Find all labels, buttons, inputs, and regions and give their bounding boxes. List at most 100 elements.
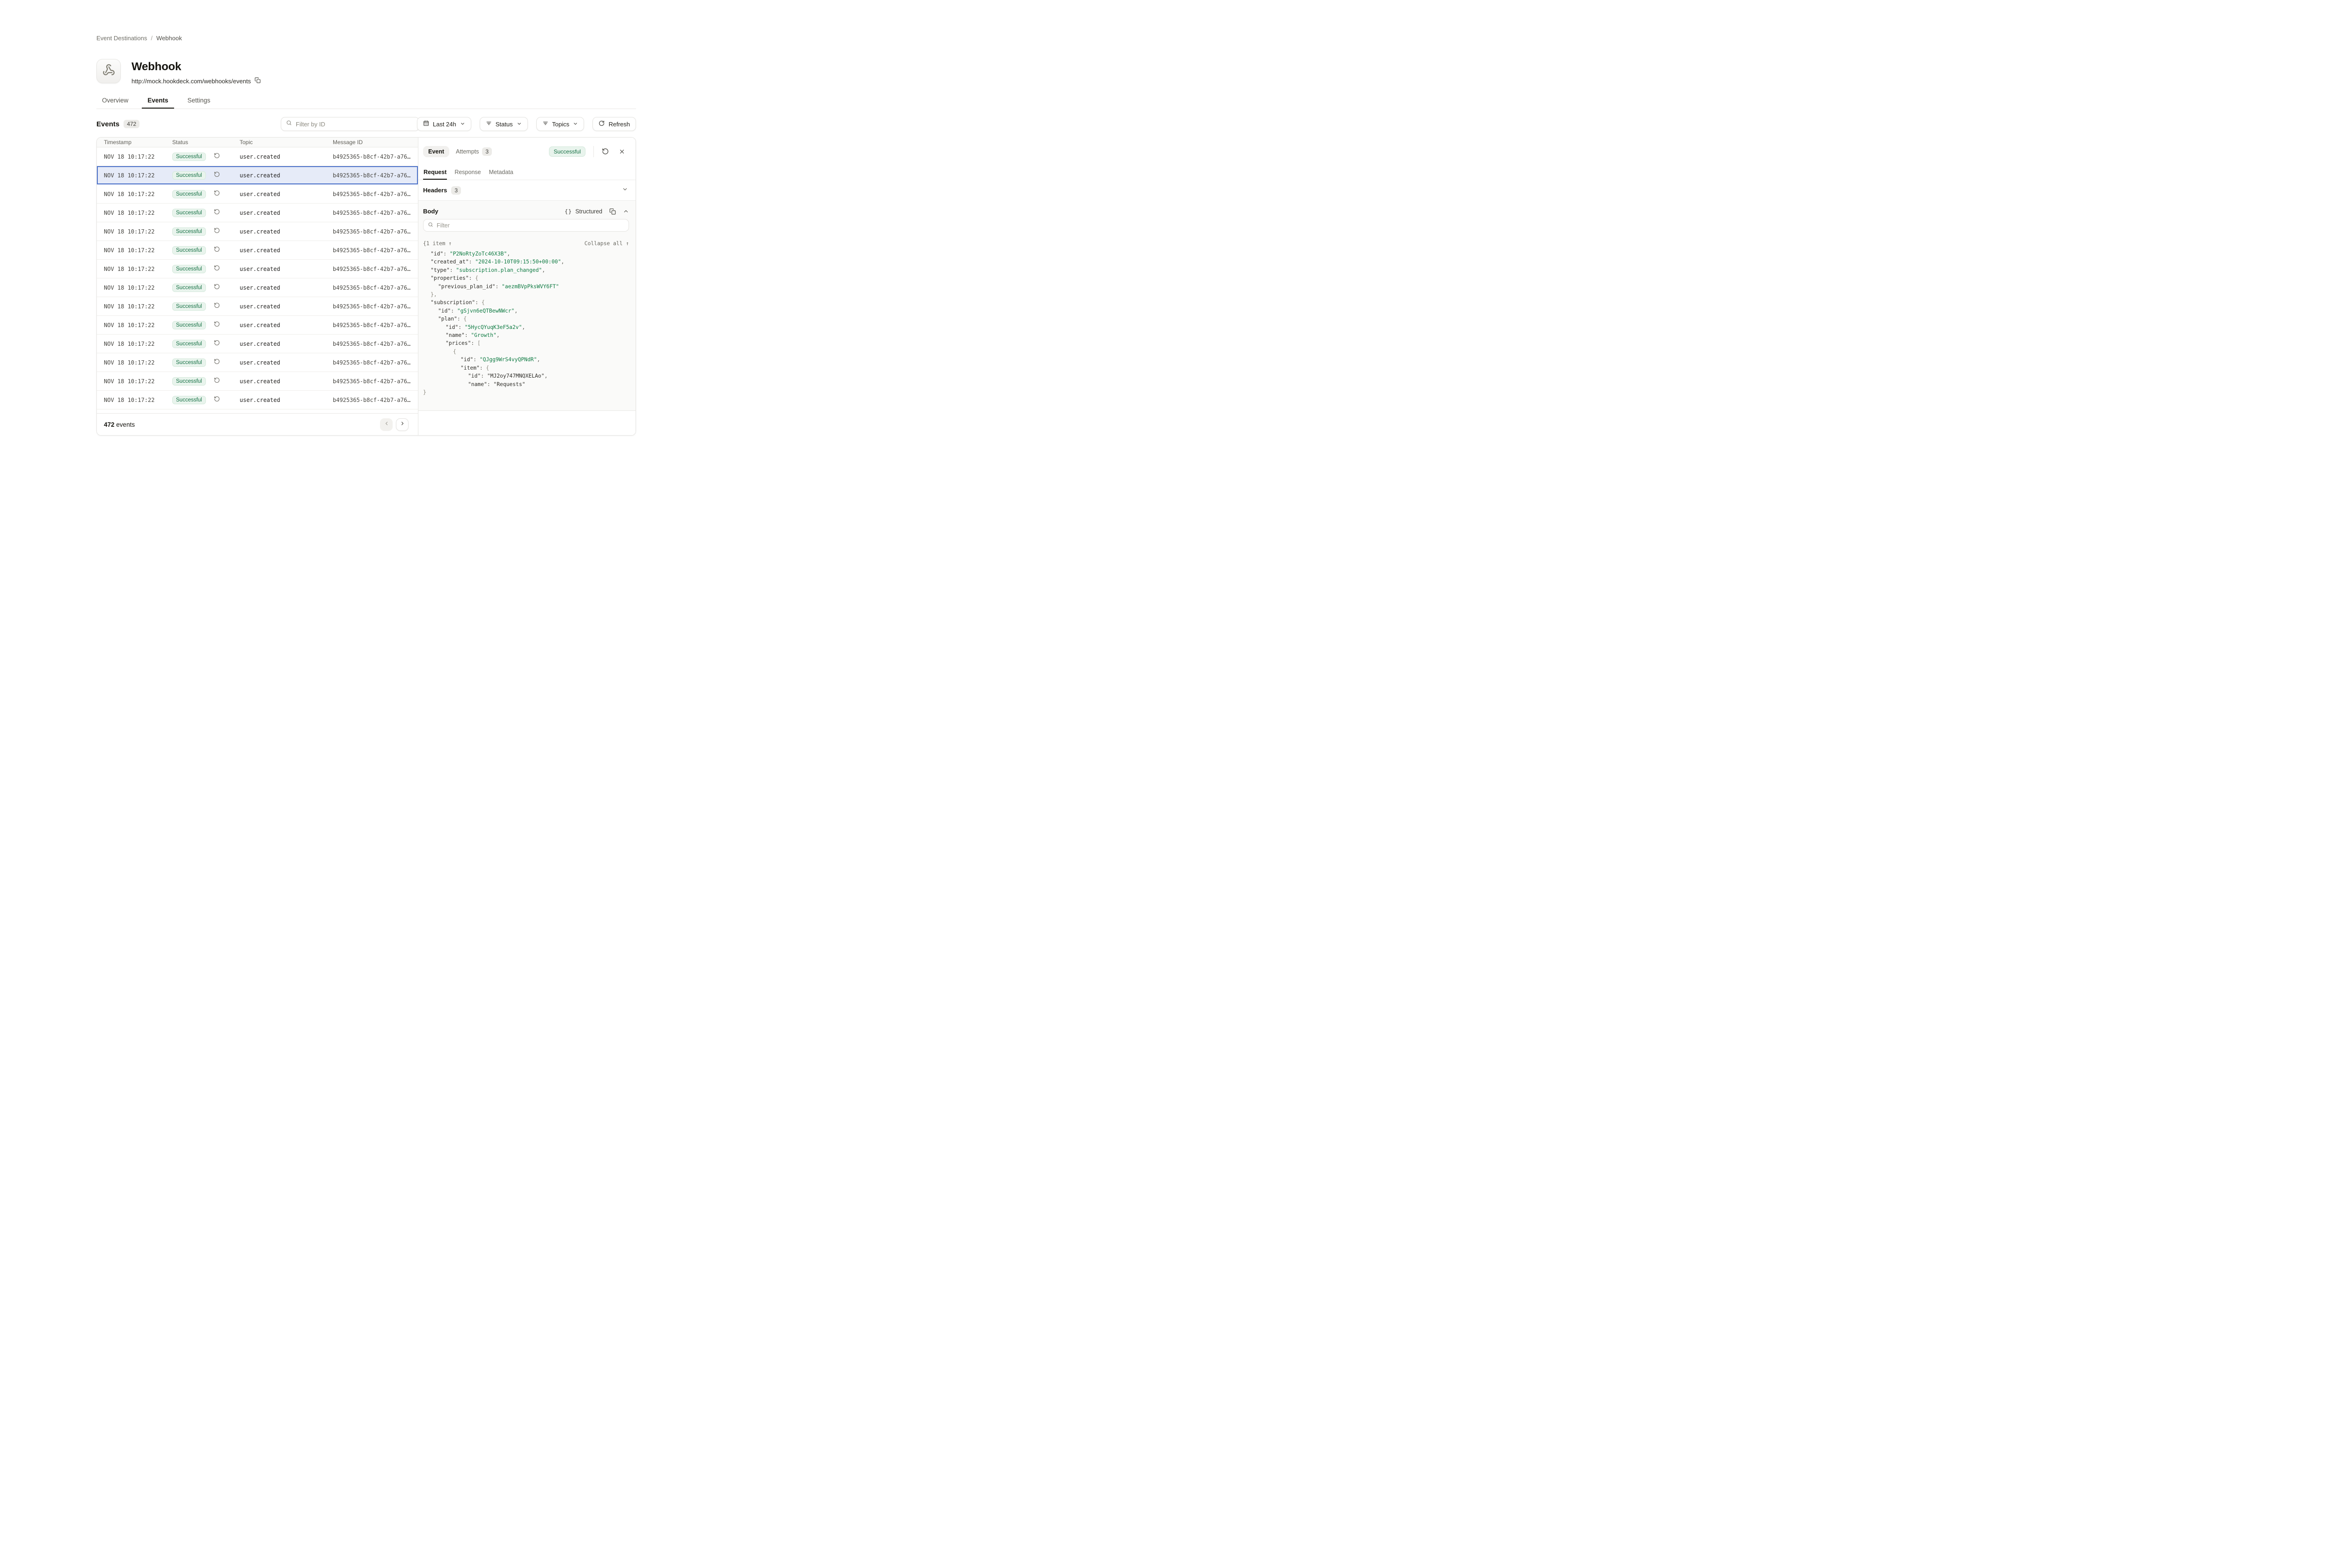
cell-message-id: b4925365-b8cf-42b7-a76… bbox=[333, 228, 418, 235]
tab-metadata[interactable]: Metadata bbox=[489, 165, 514, 180]
retry-icon[interactable] bbox=[214, 209, 220, 217]
cell-topic: user.created bbox=[240, 172, 333, 179]
tab-events[interactable]: Events bbox=[142, 93, 174, 109]
cell-status: Successful bbox=[172, 377, 240, 386]
cell-topic: user.created bbox=[240, 210, 333, 216]
table-row[interactable]: NOV 18 10:17:22 Successful user.created … bbox=[97, 297, 418, 316]
retry-icon[interactable] bbox=[602, 148, 609, 155]
cell-topic: user.created bbox=[240, 359, 333, 366]
search-input[interactable] bbox=[296, 121, 414, 128]
collapse-all-button[interactable]: Collapse all ↑ bbox=[585, 241, 629, 247]
column-status: Status bbox=[172, 139, 240, 146]
cell-message-id: b4925365-b8cf-42b7-a76… bbox=[333, 172, 418, 179]
tab-request[interactable]: Request bbox=[423, 165, 447, 180]
cell-status: Successful bbox=[172, 302, 240, 311]
table-row[interactable]: NOV 18 10:17:22 Successful user.created … bbox=[97, 147, 418, 166]
retry-icon[interactable] bbox=[214, 227, 220, 236]
body-title: Body bbox=[423, 208, 439, 215]
breadcrumb: Event Destinations / Webhook bbox=[96, 35, 182, 42]
tab-overview[interactable]: Overview bbox=[96, 93, 134, 109]
filter-by-id-search[interactable] bbox=[281, 117, 419, 131]
retry-icon[interactable] bbox=[214, 171, 220, 180]
tab-attempts[interactable]: Attempts 3 bbox=[456, 147, 492, 156]
body-filter-search[interactable] bbox=[423, 219, 629, 232]
headers-count-badge: 3 bbox=[451, 186, 461, 195]
table-row[interactable]: NOV 18 10:17:22 Successful user.created … bbox=[97, 204, 418, 222]
cell-status: Successful bbox=[172, 171, 240, 180]
cell-timestamp: NOV 18 10:17:22 bbox=[104, 341, 172, 347]
tab-response[interactable]: Response bbox=[454, 165, 481, 180]
column-topic: Topic bbox=[240, 139, 333, 146]
retry-icon[interactable] bbox=[214, 302, 220, 311]
status-badge: Successful bbox=[172, 265, 206, 273]
chevron-down-icon bbox=[460, 121, 465, 128]
chevron-down-icon[interactable] bbox=[622, 186, 628, 195]
copy-body-icon[interactable] bbox=[609, 208, 616, 215]
cell-message-id: b4925365-b8cf-42b7-a76… bbox=[333, 210, 418, 216]
table-row[interactable]: NOV 18 10:17:22 Successful user.created … bbox=[97, 278, 418, 297]
cell-timestamp: NOV 18 10:17:22 bbox=[104, 378, 172, 385]
tab-event[interactable]: Event bbox=[423, 146, 449, 157]
page-tabs: Overview Events Settings bbox=[96, 93, 636, 109]
breadcrumb-current: Webhook bbox=[156, 35, 182, 42]
table-row[interactable]: NOV 18 10:17:22 Successful user.created … bbox=[97, 335, 418, 353]
events-table: Timestamp Status Topic Message ID NOV 18… bbox=[97, 138, 418, 435]
retry-icon[interactable] bbox=[214, 246, 220, 255]
topics-filter-button[interactable]: Topics bbox=[536, 117, 585, 131]
cell-timestamp: NOV 18 10:17:22 bbox=[104, 228, 172, 235]
table-row[interactable]: NOV 18 10:17:22 Successful user.created … bbox=[97, 391, 418, 409]
retry-icon[interactable] bbox=[214, 153, 220, 161]
close-icon[interactable] bbox=[619, 148, 625, 155]
table-row[interactable]: NOV 18 10:17:22 Successful user.created … bbox=[97, 316, 418, 335]
panel-bottom-spacer bbox=[418, 411, 636, 435]
chevron-down-icon bbox=[517, 121, 522, 128]
retry-icon[interactable] bbox=[214, 190, 220, 198]
breadcrumb-event-destinations[interactable]: Event Destinations bbox=[96, 35, 147, 42]
status-badge: Successful bbox=[172, 321, 206, 329]
retry-icon[interactable] bbox=[214, 377, 220, 386]
retry-icon[interactable] bbox=[214, 265, 220, 273]
refresh-button[interactable]: Refresh bbox=[592, 117, 636, 131]
table-row[interactable]: NOV 18 10:17:22 Successful user.created … bbox=[97, 222, 418, 241]
search-icon bbox=[286, 120, 292, 128]
cell-timestamp: NOV 18 10:17:22 bbox=[104, 303, 172, 310]
status-filter-label: Status bbox=[496, 121, 513, 128]
cell-topic: user.created bbox=[240, 397, 333, 403]
structured-label: Structured bbox=[575, 208, 602, 215]
chevron-up-icon[interactable] bbox=[623, 208, 629, 214]
prev-page-button[interactable] bbox=[380, 418, 393, 431]
retry-icon[interactable] bbox=[214, 396, 220, 404]
breadcrumb-separator: / bbox=[151, 35, 153, 42]
structured-toggle[interactable]: {} Structured bbox=[564, 208, 602, 215]
items-toggle[interactable]: {1 item ↑ bbox=[423, 241, 452, 247]
copy-url-icon[interactable] bbox=[255, 77, 261, 85]
retry-icon[interactable] bbox=[214, 321, 220, 329]
time-range-button[interactable]: Last 24h bbox=[417, 117, 471, 131]
body-filter-input[interactable] bbox=[437, 222, 624, 229]
status-filter-button[interactable]: Status bbox=[480, 117, 528, 131]
events-toolbar: Events 472 Last 24h bbox=[96, 117, 636, 131]
events-panel: Timestamp Status Topic Message ID NOV 18… bbox=[96, 137, 636, 436]
topics-filter-label: Topics bbox=[552, 121, 570, 128]
status-badge: Successful bbox=[172, 209, 206, 217]
retry-icon[interactable] bbox=[214, 340, 220, 348]
retry-icon[interactable] bbox=[214, 358, 220, 367]
cell-topic: user.created bbox=[240, 191, 333, 197]
webhook-icon bbox=[102, 64, 115, 79]
refresh-icon bbox=[599, 120, 605, 128]
table-row[interactable]: NOV 18 10:17:22 Successful user.created … bbox=[97, 166, 418, 185]
divider bbox=[593, 146, 594, 157]
headers-section[interactable]: Headers 3 bbox=[418, 180, 636, 201]
table-row[interactable]: NOV 18 10:17:22 Successful user.created … bbox=[97, 185, 418, 204]
next-page-button[interactable] bbox=[396, 418, 409, 431]
chevron-down-icon bbox=[573, 121, 578, 128]
json-view[interactable]: "id": "P2NoRtyZoTc46X3B","created_at": "… bbox=[423, 250, 629, 396]
table-row[interactable]: NOV 18 10:17:22 Successful user.created … bbox=[97, 353, 418, 372]
retry-icon[interactable] bbox=[214, 284, 220, 292]
table-row[interactable]: NOV 18 10:17:22 Successful user.created … bbox=[97, 372, 418, 391]
table-row[interactable]: NOV 18 10:17:22 Successful user.created … bbox=[97, 260, 418, 278]
tab-settings[interactable]: Settings bbox=[182, 93, 216, 109]
status-badge: Successful bbox=[172, 246, 206, 255]
table-row[interactable]: NOV 18 10:17:22 Successful user.created … bbox=[97, 241, 418, 260]
status-badge: Successful bbox=[172, 358, 206, 367]
